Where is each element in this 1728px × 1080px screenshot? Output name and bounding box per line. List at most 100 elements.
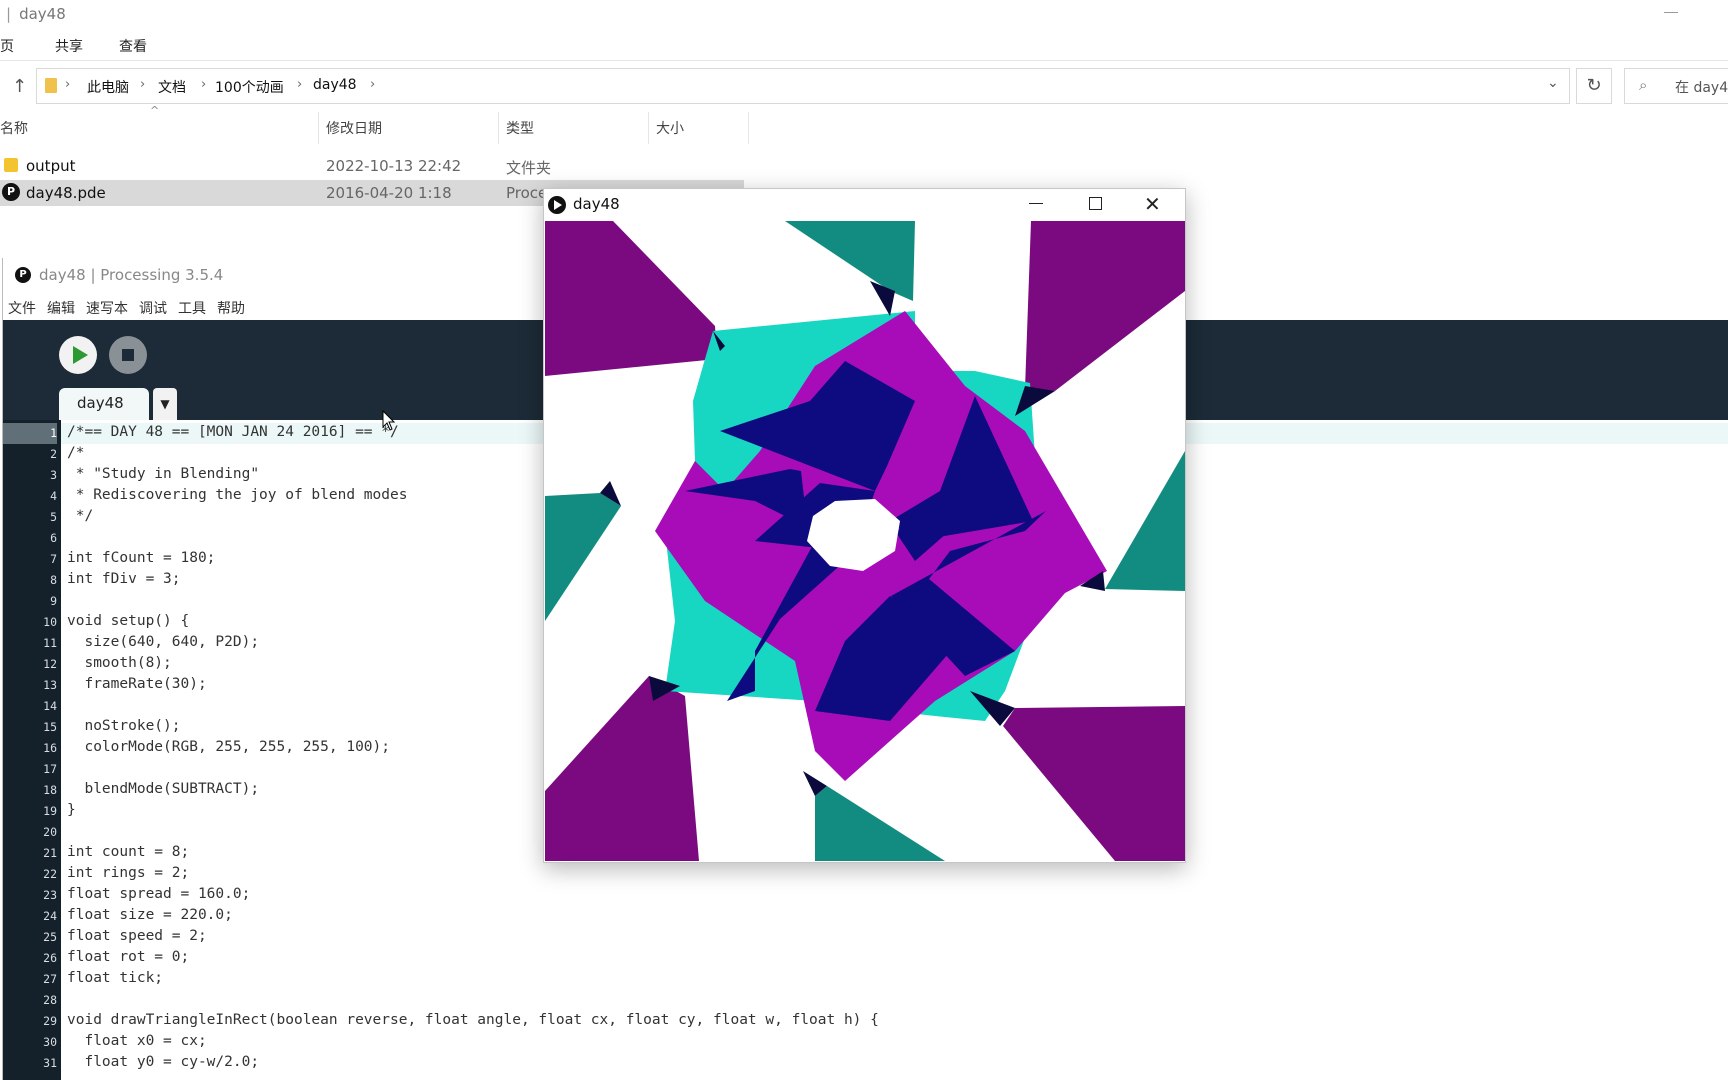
code-text: void drawTriangleInRect(boolean reverse,…: [67, 1012, 879, 1028]
tab-label: day48: [77, 394, 124, 412]
file-row-output[interactable]: output 2022-10-13 22:42 文件夹: [0, 153, 744, 179]
code-text: float y0 = cy-w/2.0;: [67, 1054, 260, 1070]
ribbon-tab-share[interactable]: 共享: [55, 36, 83, 56]
code-text: blendMode(SUBTRACT);: [67, 781, 260, 797]
code-line[interactable]: [61, 990, 1728, 1011]
menu-file[interactable]: 文件: [8, 298, 36, 318]
breadcrumb-documents[interactable]: 文档: [158, 77, 186, 97]
maximize-icon[interactable]: [1089, 197, 1102, 210]
explorer-minimize-icon[interactable]: [1664, 12, 1678, 13]
run-button[interactable]: [59, 336, 97, 374]
line-number: 20: [43, 825, 57, 839]
search-icon: ⌕: [1639, 76, 1648, 94]
column-header-size[interactable]: 大小: [656, 118, 684, 138]
code-line[interactable]: float x0 = cx;: [61, 1032, 1728, 1053]
code-line[interactable]: float rot = 0;: [61, 948, 1728, 969]
ribbon-tab-home[interactable]: 主页: [0, 36, 14, 56]
line-number: 29: [43, 1014, 57, 1028]
chevron-down-icon[interactable]: ⌄: [1547, 75, 1559, 91]
line-number: 22: [43, 867, 57, 881]
menu-sketch[interactable]: 速写本: [86, 298, 128, 318]
stop-button[interactable]: [109, 336, 147, 374]
explorer-title-text: day48: [19, 5, 66, 23]
code-text: int count = 8;: [67, 844, 190, 860]
code-text: colorMode(RGB, 255, 255, 255, 100);: [67, 739, 391, 755]
code-line[interactable]: int rings = 2;: [61, 864, 1728, 885]
line-number: 6: [50, 531, 57, 545]
line-number: 4: [50, 489, 57, 503]
code-line[interactable]: float speed = 2;: [61, 927, 1728, 948]
line-number: 24: [43, 909, 57, 923]
line-number: 28: [43, 993, 57, 1007]
search-box[interactable]: ⌕ 在 day4: [1624, 68, 1728, 104]
column-header-type[interactable]: 类型: [506, 118, 534, 138]
line-number: 31: [43, 1056, 57, 1070]
code-text: size(640, 640, P2D);: [67, 634, 260, 650]
line-number: 10: [43, 615, 57, 629]
line-number: 11: [43, 636, 57, 650]
code-text: float spread = 160.0;: [67, 886, 251, 902]
line-number: 19: [43, 804, 57, 818]
breadcrumb-100-animations[interactable]: 100个动画: [215, 77, 284, 97]
line-number: 26: [43, 951, 57, 965]
code-text: }: [67, 802, 76, 818]
sketch-titlebar: day48 ✕: [544, 189, 1185, 221]
line-number: 25: [43, 930, 57, 944]
menu-tools[interactable]: 工具: [178, 298, 206, 318]
column-header-date[interactable]: 修改日期: [326, 118, 382, 138]
sort-ascending-icon: ^: [150, 104, 160, 117]
code-text: * Rediscovering the joy of blend modes: [67, 487, 408, 503]
file-name: day48.pde: [26, 184, 106, 202]
file-date: 2016-04-20 1:18: [326, 184, 452, 202]
line-number-gutter: 1 2 3 4 5 6 7 8 9 10 11 12 13 14 15 16 17 18 19 20 21 22 23 24 2…: [3, 420, 61, 1080]
column-divider[interactable]: [648, 112, 649, 144]
menu-edit[interactable]: 编辑: [47, 298, 75, 318]
code-line[interactable]: float tick;: [61, 969, 1728, 990]
code-line[interactable]: float spread = 160.0;: [61, 885, 1728, 906]
folder-icon: [4, 158, 18, 172]
chevron-right-icon: ›: [297, 77, 303, 92]
breadcrumb-day48[interactable]: day48: [313, 77, 357, 93]
menu-help[interactable]: 帮助: [217, 298, 245, 318]
code-text: float size = 220.0;: [67, 907, 233, 923]
chevron-right-icon: ›: [65, 77, 71, 92]
code-line[interactable]: float size = 220.0;: [61, 906, 1728, 927]
address-bar[interactable]: › 此电脑 › 文档 › 100个动画 › day48 › ⌄: [36, 68, 1570, 104]
column-divider[interactable]: [498, 112, 499, 144]
code-line[interactable]: void drawTriangleInRect(boolean reverse,…: [61, 1011, 1728, 1032]
code-text: smooth(8);: [67, 655, 172, 671]
processing-run-icon: [548, 196, 566, 214]
code-text: int fDiv = 3;: [67, 571, 181, 587]
file-date: 2022-10-13 22:42: [326, 157, 462, 175]
art-shape-teal: [545, 493, 621, 621]
column-header-name[interactable]: 名称: [0, 118, 28, 138]
code-text: float rot = 0;: [67, 949, 190, 965]
ribbon-tab-view[interactable]: 查看: [119, 36, 147, 56]
code-text: frameRate(30);: [67, 676, 207, 692]
close-icon[interactable]: ✕: [1144, 192, 1161, 216]
line-number: 27: [43, 972, 57, 986]
sketch-canvas[interactable]: [545, 221, 1185, 861]
art-shape-purple: [545, 221, 717, 376]
breadcrumb-this-pc[interactable]: 此电脑: [87, 77, 129, 97]
refresh-icon[interactable]: ↻: [1576, 68, 1612, 104]
menu-debug[interactable]: 调试: [139, 298, 167, 318]
line-number: 23: [43, 888, 57, 902]
search-placeholder: 在 day4: [1675, 80, 1728, 96]
minimize-icon[interactable]: [1029, 203, 1043, 204]
code-text: /*== DAY 48 == [MON JAN 24 2016] == */: [67, 424, 399, 440]
code-text: */: [67, 508, 94, 524]
art-shape-purple: [1003, 706, 1185, 861]
line-number: 5: [50, 510, 57, 524]
art-shape-purple: [545, 676, 699, 861]
chevron-right-icon: ›: [370, 77, 376, 92]
line-number: 12: [43, 657, 57, 671]
up-arrow-icon[interactable]: ↑: [12, 76, 32, 97]
tab-day48[interactable]: day48: [59, 388, 149, 420]
column-divider[interactable]: [318, 112, 319, 144]
tab-menu-arrow-icon[interactable]: ▼: [153, 388, 177, 420]
code-line[interactable]: float y0 = cy-w/2.0;: [61, 1053, 1728, 1074]
chevron-right-icon: ›: [140, 77, 146, 92]
code-text: float speed = 2;: [67, 928, 207, 944]
column-divider[interactable]: [748, 112, 749, 144]
